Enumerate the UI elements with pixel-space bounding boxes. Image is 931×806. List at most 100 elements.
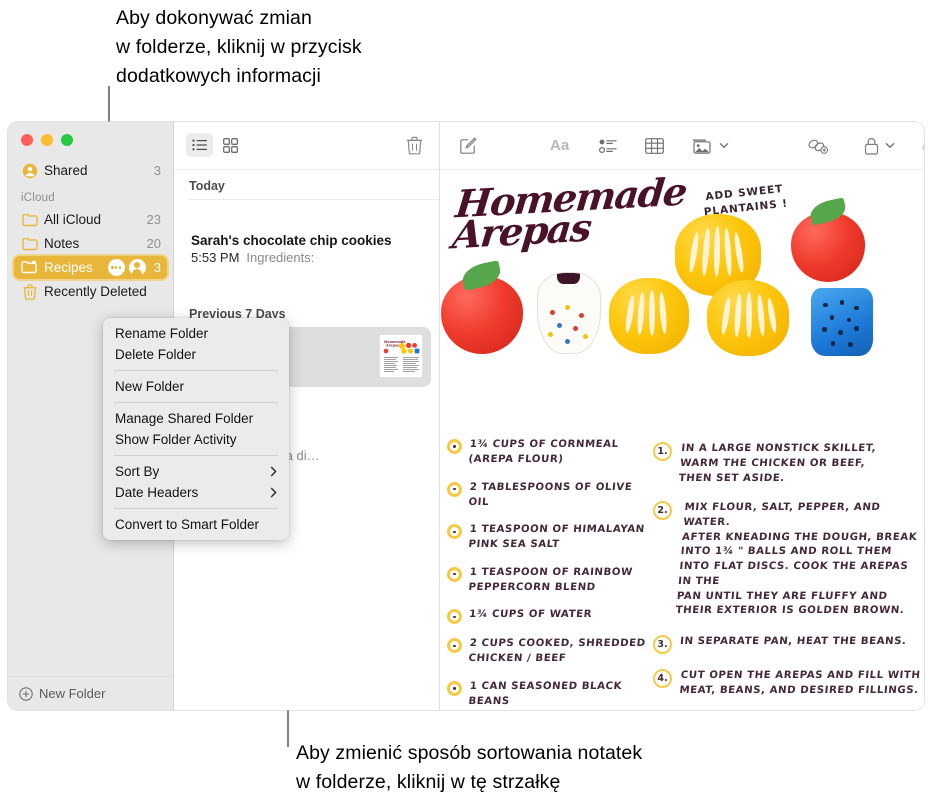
table-icon[interactable] bbox=[645, 131, 665, 161]
minimize-button[interactable] bbox=[41, 134, 53, 146]
list-item[interactable]: Sarah's chocolate chip cookies 5:53 PM In… bbox=[183, 226, 431, 274]
menu-item-convert-to-smart-folder[interactable]: Convert to Smart Folder bbox=[103, 514, 289, 535]
note-thumbnail: Homemade Arepas bbox=[379, 334, 423, 378]
menu-item-label: Rename Folder bbox=[115, 326, 209, 341]
menu-item-rename-folder[interactable]: Rename Folder bbox=[103, 323, 289, 344]
spice-bag-illustration bbox=[537, 272, 601, 354]
callout-text-top: Aby dokonywać zmian w folderze, kliknij … bbox=[116, 7, 362, 87]
chevron-right-icon[interactable] bbox=[270, 466, 277, 477]
compose-icon[interactable] bbox=[459, 131, 478, 161]
menu-separator bbox=[114, 508, 278, 509]
new-folder-label: New Folder bbox=[39, 686, 106, 701]
collaborate-icon[interactable] bbox=[922, 131, 924, 161]
close-button[interactable] bbox=[21, 134, 33, 146]
plus-circle-icon bbox=[19, 686, 33, 701]
sidebar-item-count: 3 bbox=[153, 260, 161, 275]
chevron-down-icon[interactable] bbox=[885, 131, 895, 161]
bullet-icon[interactable] bbox=[447, 439, 462, 454]
menu-item-label: New Folder bbox=[115, 379, 185, 394]
bullet-icon[interactable] bbox=[447, 609, 462, 625]
bag-tie bbox=[556, 273, 581, 285]
menu-item-label: Delete Folder bbox=[115, 347, 197, 362]
corn-illustration bbox=[707, 280, 789, 356]
menu-item-label: Date Headers bbox=[115, 485, 199, 500]
gallery-view-icon[interactable] bbox=[217, 133, 244, 157]
sidebar-item-label: All iCloud bbox=[44, 212, 102, 227]
menu-item-manage-shared-folder[interactable]: Manage Shared Folder bbox=[103, 408, 289, 429]
ingredient-item[interactable]: 2 CUPS COOKED, SHREDDED CHICKEN / BEEF bbox=[447, 637, 647, 667]
ingredient-text: 2 CUPS COOKED, SHREDDED CHICKEN / BEEF bbox=[467, 638, 647, 665]
chevron-down-icon[interactable] bbox=[719, 131, 729, 161]
divider bbox=[189, 199, 439, 200]
step-number: 1. bbox=[653, 442, 672, 461]
step-item[interactable]: 1. IN A LARGE NONSTICK SKILLET, WARM THE… bbox=[653, 442, 923, 486]
step-text: IN SEPARATE PAN, HEAT THE BEANS. bbox=[679, 635, 907, 647]
shared-person-icon bbox=[21, 162, 38, 179]
ingredient-item[interactable]: 1 TEASPOON OF RAINBOW PEPPERCORN BLEND bbox=[447, 566, 647, 596]
step-item[interactable]: 4. CUT OPEN THE AREPAS AND FILL WITH MEA… bbox=[653, 668, 923, 699]
step-item[interactable]: 3. IN SEPARATE PAN, HEAT THE BEANS. bbox=[653, 634, 923, 654]
note-list-toolbar bbox=[175, 122, 439, 170]
more-info-button[interactable] bbox=[107, 259, 125, 276]
step-list: 1. IN A LARGE NONSTICK SKILLET, WARM THE… bbox=[653, 442, 923, 710]
ingredient-text: 1 TEASPOON OF RAINBOW PEPPERCORN BLEND bbox=[467, 566, 634, 593]
bullet-icon[interactable] bbox=[447, 638, 462, 654]
menu-item-show-folder-activity[interactable]: Show Folder Activity bbox=[103, 429, 289, 450]
folder-icon bbox=[21, 211, 38, 228]
sidebar-item-shared[interactable]: Shared 3 bbox=[14, 159, 167, 182]
note-time: 5:53 PM bbox=[191, 250, 240, 265]
sidebar-section-icloud: iCloud bbox=[21, 192, 55, 204]
note-title: Sarah's chocolate chip cookies bbox=[191, 233, 392, 248]
menu-separator bbox=[114, 370, 278, 371]
media-icon[interactable] bbox=[692, 131, 713, 161]
window-controls bbox=[21, 134, 73, 146]
menu-separator bbox=[114, 455, 278, 456]
link-add-icon[interactable] bbox=[807, 131, 829, 161]
list-view-icon[interactable] bbox=[186, 133, 213, 157]
note-content-canvas[interactable]: Homemade Arepas ADD SWEET PLANTAINS ! 1¾… bbox=[441, 170, 924, 710]
sidebar-item-label: Recipes bbox=[44, 260, 93, 275]
delete-note-button[interactable] bbox=[403, 134, 425, 156]
ingredient-item[interactable]: 1 TEASPOON OF HIMALAYAN PINK SEA SALT bbox=[447, 523, 647, 553]
note-preview: Ingredients: bbox=[246, 250, 315, 265]
menu-item-sort-by[interactable]: Sort By bbox=[103, 461, 289, 482]
svg-text:Arepas: Arepas bbox=[385, 343, 399, 347]
ingredient-item[interactable]: 1¾ CUPS OF CORNMEAL (AREPA FLOUR) bbox=[447, 438, 647, 468]
step-item[interactable]: 2. MIX FLOUR, SALT, PEPPER, AND WATER. A… bbox=[653, 501, 923, 619]
text-format-icon[interactable]: Aa bbox=[550, 131, 569, 161]
ingredient-item[interactable]: 1¾ CUPS OF WATER bbox=[447, 608, 647, 625]
sidebar-item-recently-deleted[interactable]: Recently Deleted bbox=[14, 280, 167, 303]
menu-item-new-folder[interactable]: New Folder bbox=[103, 376, 289, 397]
sidebar-item-recipes[interactable]: Recipes 3 bbox=[14, 256, 167, 279]
step-number: 4. bbox=[653, 668, 672, 688]
new-folder-button[interactable]: New Folder bbox=[8, 676, 173, 710]
sidebar-item-notes[interactable]: Notes 20 bbox=[14, 232, 167, 255]
sidebar-item-all-icloud[interactable]: All iCloud 23 bbox=[14, 208, 167, 231]
step-number: 2. bbox=[653, 501, 672, 521]
tomato-illustration bbox=[791, 197, 865, 282]
bullet-icon[interactable] bbox=[447, 680, 462, 696]
shared-participant-icon[interactable] bbox=[128, 259, 146, 276]
editor-toolbar: Aa bbox=[441, 122, 924, 170]
ingredient-item[interactable]: 1 CAN SEASONED BLACK BEANS bbox=[447, 680, 647, 710]
trash-icon bbox=[21, 283, 38, 300]
ingredient-item[interactable]: 2 TABLESPOONS OF OLIVE OIL bbox=[447, 481, 647, 511]
maximize-button[interactable] bbox=[61, 134, 73, 146]
note-handwritten-title: Homemade Arepas bbox=[450, 170, 689, 258]
corn-illustration bbox=[609, 278, 689, 354]
menu-item-delete-folder[interactable]: Delete Folder bbox=[103, 344, 289, 365]
folder-context-menu: Rename Folder Delete Folder New Folder M… bbox=[103, 318, 289, 540]
bullet-icon[interactable] bbox=[447, 566, 462, 582]
tomato-stem bbox=[460, 259, 504, 291]
checklist-icon[interactable] bbox=[599, 131, 617, 161]
bullet-icon[interactable] bbox=[447, 524, 462, 540]
chevron-right-icon[interactable] bbox=[270, 487, 277, 498]
sidebar-item-label: Recently Deleted bbox=[44, 284, 147, 299]
ingredient-text: 1¾ CUPS OF WATER bbox=[468, 609, 593, 621]
callout-text-bottom: Aby zmienić sposób sortowania notatek w … bbox=[296, 742, 643, 793]
menu-item-date-headers[interactable]: Date Headers bbox=[103, 482, 289, 503]
view-mode-segmented-control bbox=[186, 133, 244, 157]
lock-icon[interactable] bbox=[864, 131, 879, 161]
tomato-illustration bbox=[441, 259, 523, 354]
bullet-icon[interactable] bbox=[447, 481, 462, 497]
